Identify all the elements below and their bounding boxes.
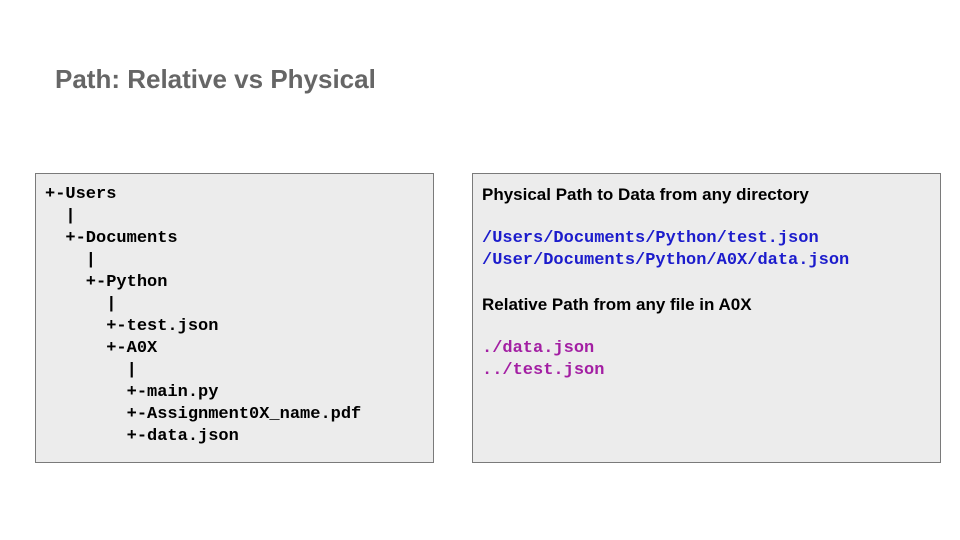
relative-path-test-json: ../test.json (482, 361, 605, 380)
slide: Path: Relative vs Physical +-Users | +-D… (0, 0, 960, 540)
tree-line-test-json: +-test.json (45, 317, 219, 336)
tree-line-assignment-pdf: +-Assignment0X_name.pdf (45, 405, 362, 424)
tree-line-connector: | (45, 295, 117, 314)
tree-line-data-json: +-data.json (45, 427, 239, 446)
directory-tree: +-Users | +-Documents | +-Python | +-tes… (45, 184, 361, 448)
slide-title: Path: Relative vs Physical (55, 64, 376, 94)
path-examples: Physical Path to Data from any directory… (482, 184, 932, 382)
physical-path-heading: Physical Path to Data from any directory (482, 185, 809, 204)
path-examples-panel: Physical Path to Data from any directory… (472, 173, 941, 463)
tree-line-connector: | (45, 207, 76, 226)
relative-path-heading: Relative Path from any file in A0X (482, 295, 752, 314)
directory-tree-panel: +-Users | +-Documents | +-Python | +-tes… (35, 173, 434, 463)
relative-path-data-json: ./data.json (482, 339, 595, 358)
physical-path-test-json: /Users/Documents/Python/test.json (482, 229, 819, 248)
tree-line-python: +-Python (45, 273, 168, 292)
physical-path-data-json: /User/Documents/Python/A0X/data.json (482, 251, 850, 270)
tree-line-connector: | (45, 361, 137, 380)
tree-line-documents: +-Documents (45, 229, 178, 248)
tree-line-connector: | (45, 251, 97, 270)
tree-line-users: +-Users (45, 185, 117, 204)
tree-line-main-py: +-main.py (45, 383, 219, 402)
tree-line-a0x: +-A0X (45, 339, 158, 358)
